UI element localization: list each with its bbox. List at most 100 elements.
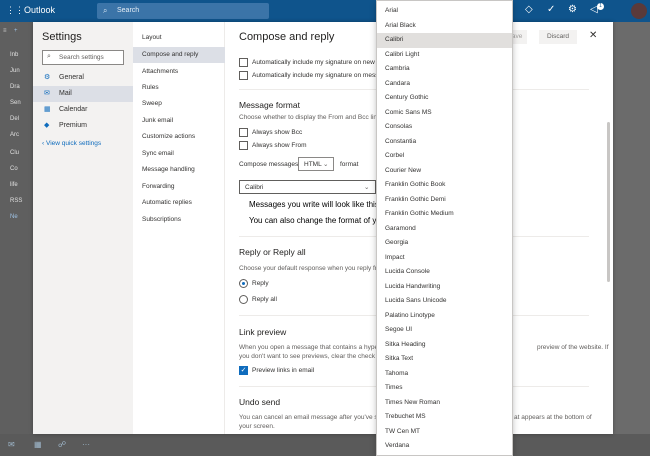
font-option[interactable]: Franklin Gothic Demi bbox=[377, 193, 512, 208]
diamond-icon[interactable]: ◇ bbox=[525, 4, 533, 15]
font-option-label: Garamond bbox=[385, 224, 416, 232]
scrollbar[interactable] bbox=[607, 122, 610, 282]
undo-send-heading: Undo send bbox=[239, 397, 281, 407]
font-option-label: Constantia bbox=[385, 137, 417, 145]
settings-nav-premium[interactable]: ◆ Premium bbox=[33, 118, 133, 134]
subnav-label: Junk email bbox=[142, 117, 174, 124]
reply-radio[interactable] bbox=[239, 279, 248, 288]
font-option[interactable]: Cambria bbox=[377, 62, 512, 77]
font-option[interactable]: Franklin Gothic Book bbox=[377, 178, 512, 193]
font-option[interactable]: Georgia bbox=[377, 236, 512, 251]
search-input[interactable]: ⌕ Search bbox=[97, 3, 269, 19]
font-option-label: Franklin Gothic Book bbox=[385, 181, 446, 188]
search-placeholder: Search bbox=[117, 7, 140, 14]
subnav-rules[interactable]: Rules bbox=[133, 80, 225, 96]
font-option[interactable]: Palatino Linotype bbox=[377, 309, 512, 324]
font-option[interactable]: Sitka Text bbox=[377, 352, 512, 367]
settings-nav-mail[interactable]: ✉ Mail bbox=[33, 86, 133, 102]
font-dropdown-list[interactable]: Arial Arial Black Calibri Calibri Light Camb… bbox=[376, 0, 513, 456]
font-option-label: Times bbox=[385, 384, 403, 391]
compose-format-select[interactable]: HTML ⌄ bbox=[298, 157, 334, 171]
font-option[interactable]: Comic Sans MS bbox=[377, 106, 512, 121]
font-option[interactable]: Consolas bbox=[377, 120, 512, 135]
font-option-label: Lucida Sans Unicode bbox=[385, 297, 447, 304]
view-quick-settings-link[interactable]: ‹ View quick settings bbox=[42, 140, 101, 147]
subnav-junk-email[interactable]: Junk email bbox=[133, 113, 225, 129]
font-option[interactable]: Garamond bbox=[377, 222, 512, 237]
font-option[interactable]: Calibri bbox=[377, 33, 512, 48]
settings-search-placeholder: Search settings bbox=[59, 54, 104, 61]
settings-search-input[interactable]: ⌕ Search settings bbox=[42, 50, 124, 65]
font-option[interactable]: Lucida Handwriting bbox=[377, 280, 512, 295]
preview-links-checkbox[interactable]: ✓ bbox=[239, 366, 248, 375]
font-option[interactable]: Impact bbox=[377, 251, 512, 266]
font-option[interactable]: Lucida Console bbox=[377, 265, 512, 280]
bg-nav-item: Co bbox=[10, 166, 18, 172]
always-show-from-checkbox[interactable] bbox=[239, 141, 248, 150]
subnav-message-handling[interactable]: Message handling bbox=[133, 162, 225, 178]
discard-button[interactable]: Discard bbox=[539, 30, 577, 44]
avatar[interactable] bbox=[631, 3, 647, 19]
font-option[interactable]: Century Gothic bbox=[377, 91, 512, 106]
font-preview-line1: Messages you write will look like this b… bbox=[249, 200, 390, 209]
font-option[interactable]: Lucida Sans Unicode bbox=[377, 294, 512, 309]
font-option[interactable]: Segoe UI bbox=[377, 323, 512, 338]
font-option-label: TW Cen MT bbox=[385, 427, 421, 435]
font-option[interactable]: Constantia bbox=[377, 135, 512, 150]
settings-nav-general[interactable]: ⚙ General bbox=[33, 70, 133, 86]
subnav-layout[interactable]: Layout bbox=[133, 30, 225, 46]
close-icon[interactable]: ✕ bbox=[589, 30, 597, 41]
app-title[interactable]: Outlook bbox=[24, 5, 55, 15]
subnav-customize-actions[interactable]: Customize actions bbox=[133, 129, 225, 145]
subnav-forwarding[interactable]: Forwarding bbox=[133, 179, 225, 195]
app-launcher-icon[interactable]: ⋮⋮ bbox=[6, 5, 24, 16]
font-option[interactable]: Tahoma bbox=[377, 367, 512, 382]
font-option-label: Palatino Linotype bbox=[385, 311, 435, 319]
subnav-sweep[interactable]: Sweep bbox=[133, 96, 225, 112]
font-option[interactable]: Arial bbox=[377, 4, 512, 19]
chevron-down-icon: ⌄ bbox=[323, 161, 329, 168]
settings-dialog: Settings ⌕ Search settings ⚙ General ✉ M… bbox=[33, 22, 613, 434]
subnav-label: Attachments bbox=[142, 68, 179, 75]
chevron-down-icon: ⌄ bbox=[364, 184, 370, 191]
gear-icon[interactable]: ⚙ bbox=[568, 4, 577, 15]
signature-reply-checkbox[interactable] bbox=[239, 71, 248, 80]
font-option[interactable]: Arial Black bbox=[377, 19, 512, 34]
signature-new-checkbox[interactable] bbox=[239, 58, 248, 67]
more-icon: ··· bbox=[82, 440, 90, 449]
compose-in-label: Compose messages in bbox=[239, 161, 306, 168]
subnav-attachments[interactable]: Attachments bbox=[133, 64, 225, 80]
subnav-automatic-replies[interactable]: Automatic replies bbox=[133, 195, 225, 211]
subnav-sync-email[interactable]: Sync email bbox=[133, 146, 225, 162]
font-option-label: Tahoma bbox=[385, 369, 409, 377]
font-option[interactable]: Verdana bbox=[377, 439, 512, 454]
font-select[interactable]: Calibri ⌄ bbox=[239, 180, 376, 194]
font-option[interactable]: Calibri Light bbox=[377, 48, 512, 63]
chevron-left-icon: ‹ bbox=[42, 140, 45, 147]
font-option[interactable]: Times New Roman bbox=[377, 396, 512, 411]
reply-heading: Reply or Reply all bbox=[239, 247, 306, 257]
font-option-label: Corbel bbox=[385, 152, 405, 159]
todo-icon[interactable]: ✓ bbox=[547, 4, 555, 15]
font-option[interactable]: Corbel bbox=[377, 149, 512, 164]
font-preview-line2: You can also change the format of your bbox=[249, 216, 388, 225]
reply-all-radio[interactable] bbox=[239, 295, 248, 304]
subnav-subscriptions[interactable]: Subscriptions bbox=[133, 212, 225, 228]
font-option[interactable]: Courier New bbox=[377, 164, 512, 179]
font-option-label: Georgia bbox=[385, 239, 409, 246]
font-option[interactable]: TW Cen MT bbox=[377, 425, 512, 440]
settings-nav-calendar[interactable]: ▦ Calendar bbox=[33, 102, 133, 118]
calendar-icon: ▦ bbox=[44, 106, 51, 113]
bg-nav-item: RSS bbox=[10, 198, 23, 204]
settings-nav-label: Premium bbox=[59, 122, 88, 129]
font-option-label: Segoe UI bbox=[385, 326, 413, 333]
always-show-bcc-checkbox[interactable] bbox=[239, 128, 248, 137]
subnav-compose-and-reply[interactable]: Compose and reply bbox=[133, 47, 225, 63]
font-option[interactable]: Trebuchet MS bbox=[377, 410, 512, 425]
font-option-label: Century Gothic bbox=[385, 94, 429, 101]
font-option[interactable]: Times bbox=[377, 381, 512, 396]
font-option[interactable]: Sitka Heading bbox=[377, 338, 512, 353]
font-option[interactable]: Candara bbox=[377, 77, 512, 92]
subnav-label: Sync email bbox=[142, 150, 174, 157]
font-option[interactable]: Franklin Gothic Medium bbox=[377, 207, 512, 222]
